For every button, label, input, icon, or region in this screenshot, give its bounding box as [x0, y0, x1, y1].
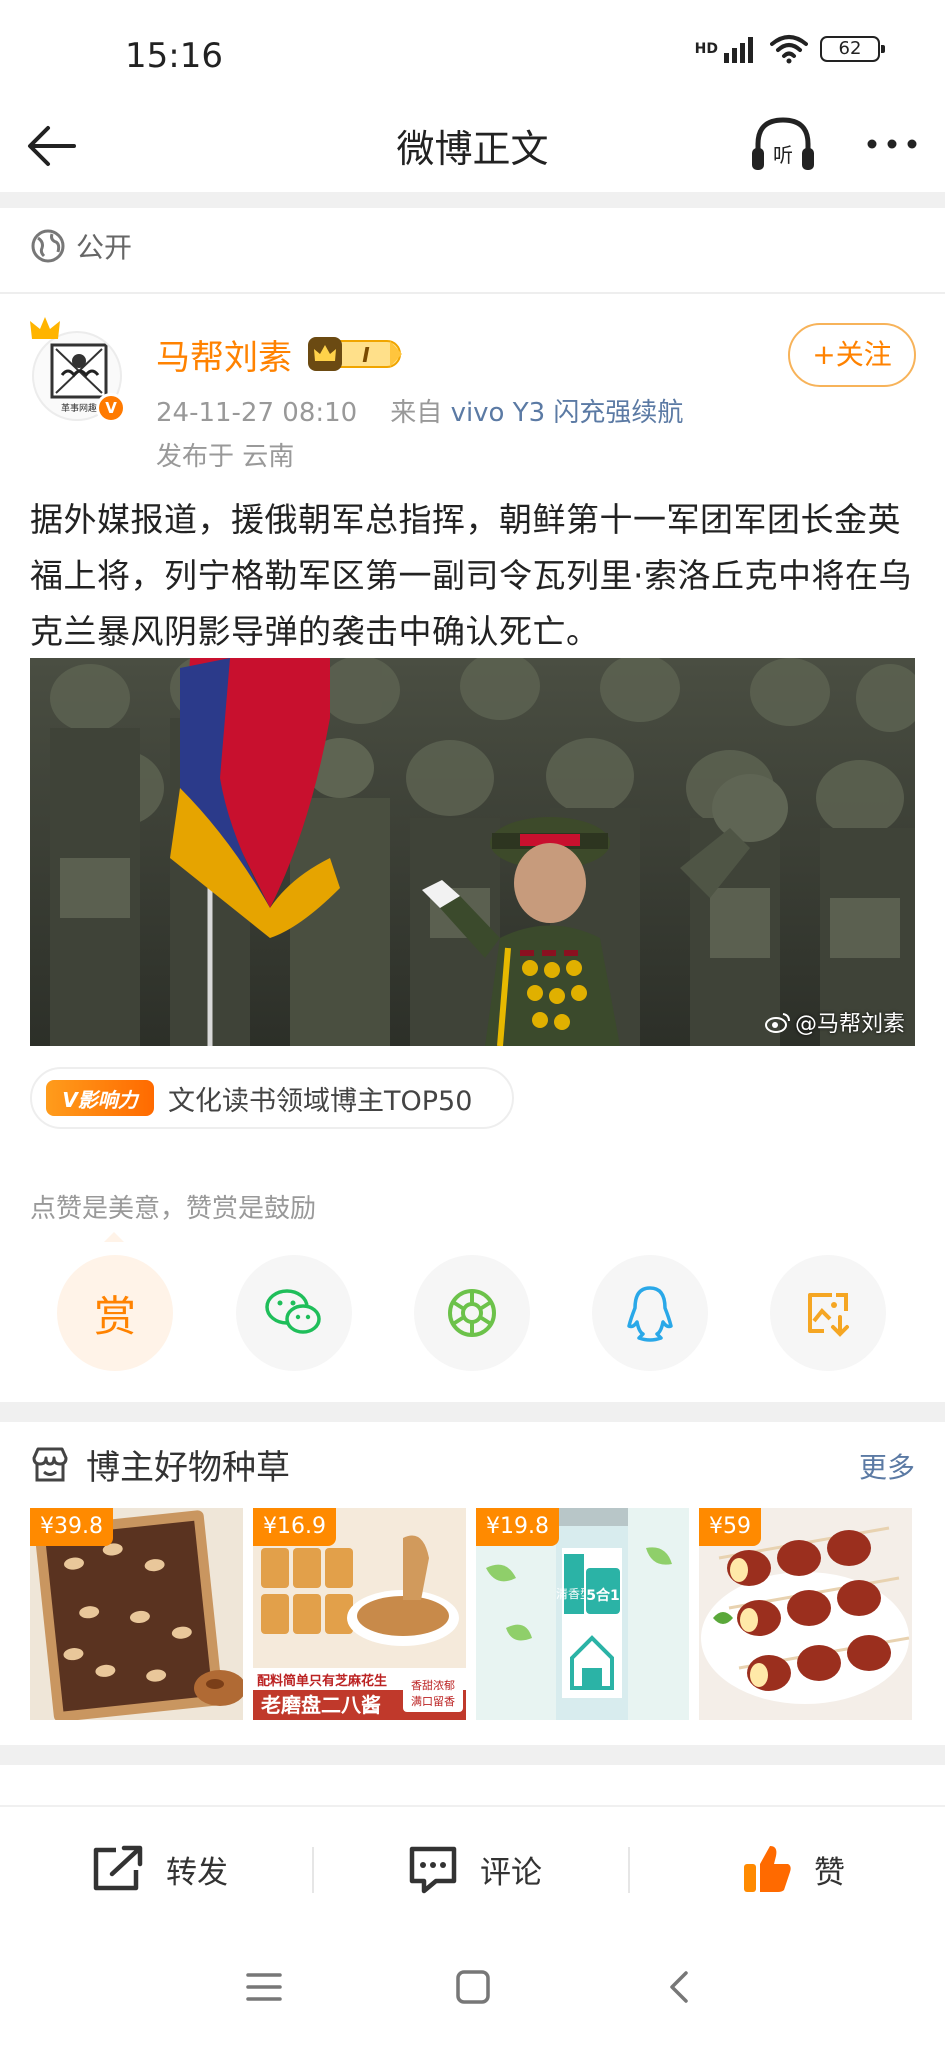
post-location: 发布于 云南 — [156, 442, 295, 472]
goods-header: 博主好物种草 — [30, 1440, 290, 1489]
like-label: 赞 — [814, 1854, 845, 1891]
goods-more-link[interactable]: 更多 — [859, 1446, 915, 1486]
signal-icon — [724, 37, 753, 63]
svg-text:听: 听 — [773, 143, 793, 167]
post-image[interactable]: @马帮刘素 — [30, 658, 915, 1046]
comment-label: 评论 — [480, 1854, 542, 1891]
more-dots-icon[interactable] — [862, 122, 922, 166]
menu-icon[interactable] — [246, 1970, 282, 2004]
status-bar: 15:16 HD 62 — [0, 0, 945, 100]
section-gap — [0, 192, 945, 208]
share-qq-button[interactable] — [592, 1255, 708, 1371]
globe-icon — [31, 229, 65, 263]
svg-text:满口留香: 满口留香 — [411, 1695, 455, 1708]
save-image-button[interactable] — [770, 1255, 886, 1371]
comment-icon — [409, 1846, 457, 1894]
divider — [0, 292, 945, 294]
goods-caption-bottom: 老磨盘二八酱 — [261, 1693, 381, 1717]
influence-logo: V影响力 — [46, 1080, 154, 1116]
author-name[interactable]: 马帮刘素 — [156, 330, 292, 379]
post-body: 据外媒报道，援俄朝军总指挥，朝鲜第十一军团军团长金英福上将，列宁格勒军区第一副司… — [30, 500, 912, 651]
goods-item[interactable]: ¥59 — [699, 1508, 912, 1720]
action-divider — [628, 1847, 630, 1893]
moments-icon — [448, 1289, 496, 1337]
goods-title: 博主好物种草 — [86, 1448, 290, 1488]
goods-caption-bottom: 5合1 — [586, 1587, 619, 1604]
goods-price: ¥59 — [699, 1508, 761, 1546]
wifi-icon — [770, 35, 808, 64]
repost-icon — [93, 1845, 143, 1891]
shop-icon — [32, 1447, 68, 1481]
visibility-label: 公开 — [76, 231, 133, 264]
crown-icon — [30, 317, 60, 339]
reward-label: 赏 — [93, 1291, 136, 1341]
repost-label: 转发 — [166, 1854, 228, 1891]
reward-button[interactable]: 赏 — [57, 1255, 173, 1371]
influence-badge[interactable]: V影响力 文化读书领域博主TOP50 — [30, 1067, 514, 1129]
influence-label: 文化读书领域博主TOP50 — [168, 1085, 473, 1117]
goods-list: ¥39.8 ¥16.9 配料简单只有芝麻花生 老磨盘二八酱 香甜浓郁 满口留香 … — [30, 1508, 915, 1720]
bottom-action-bar: 转发 评论 赞 — [0, 1805, 945, 1931]
comment-button[interactable]: 评论 — [406, 1837, 542, 1901]
goods-item[interactable]: ¥16.9 配料简单只有芝麻花生 老磨盘二八酱 香甜浓郁 满口留香 — [253, 1508, 466, 1720]
member-level-badge: I — [308, 337, 402, 371]
post-meta: 24-11-27 08:10 来自 vivo Y3 闪充强续航 — [156, 392, 683, 429]
verified-badge: V — [96, 393, 126, 423]
status-time: 15:16 — [125, 36, 223, 76]
share-wechat-button[interactable] — [236, 1255, 352, 1371]
weibo-logo-icon — [764, 1013, 790, 1033]
goods-price: ¥39.8 — [30, 1508, 113, 1546]
section-gap — [0, 1745, 945, 1765]
share-moments-button[interactable] — [414, 1255, 530, 1371]
qq-icon — [627, 1286, 673, 1342]
top-nav: 微博正文 听 — [0, 100, 945, 190]
save-image-icon — [808, 1293, 849, 1337]
goods-caption-top: 配料简单只有芝麻花生 — [257, 1673, 387, 1689]
source-prefix: 来自 — [390, 398, 443, 428]
repost-button[interactable]: 转发 — [90, 1837, 228, 1901]
image-watermark-text: @马帮刘素 — [794, 1012, 905, 1037]
share-row: 赏 — [0, 1255, 945, 1375]
post-timestamp: 24-11-27 08:10 — [156, 398, 358, 428]
goods-item[interactable]: ¥39.8 — [30, 1508, 243, 1720]
svg-text:香甜浓郁: 香甜浓郁 — [411, 1678, 455, 1692]
visibility-row: 公开 — [30, 226, 132, 266]
status-icons: HD 62 — [694, 34, 885, 64]
member-level-label: I — [362, 343, 370, 367]
battery-icon: 62 — [820, 36, 885, 62]
action-divider — [312, 1847, 314, 1893]
wechat-icon — [265, 1289, 321, 1334]
parade-photo — [30, 658, 915, 1046]
post-source[interactable]: vivo Y3 闪充强续航 — [451, 398, 684, 428]
goods-price: ¥16.9 — [253, 1508, 336, 1546]
system-navigation-bar — [0, 1932, 945, 2048]
goods-item[interactable]: ¥19.8 清香型 5合1 — [476, 1508, 689, 1720]
avatar-caption: 革事网趣 — [61, 402, 97, 414]
goods-price: ¥19.8 — [476, 1508, 559, 1546]
network-type: HD — [694, 41, 718, 57]
thumbs-up-icon — [744, 1846, 791, 1892]
author-avatar[interactable]: 革事网趣 V — [28, 315, 128, 425]
reward-tip-arrow — [104, 1232, 124, 1242]
listen-headphones-icon[interactable]: 听 — [750, 114, 816, 176]
follow-button[interactable]: +关注 — [788, 323, 916, 387]
section-gap — [0, 1402, 945, 1422]
home-icon[interactable] — [455, 1970, 491, 2004]
reward-tip-text: 点赞是美意，赞赏是鼓励 — [30, 1194, 317, 1224]
like-button[interactable]: 赞 — [740, 1837, 845, 1901]
system-back-icon[interactable] — [664, 1970, 694, 2004]
image-watermark: @马帮刘素 — [764, 1006, 905, 1038]
